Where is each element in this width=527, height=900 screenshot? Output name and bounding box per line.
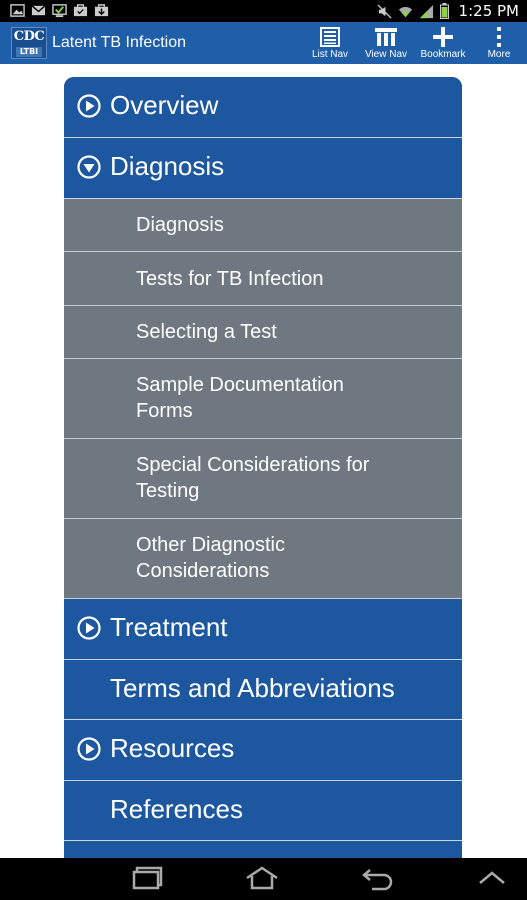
play-circle-icon: [77, 737, 101, 761]
menu-item-resources[interactable]: Resources: [64, 720, 462, 781]
list-icon: [320, 27, 340, 47]
submenu-item-tests-for-tb-infection[interactable]: Tests for TB Infection: [64, 252, 462, 306]
menu-item-label: Overview: [110, 90, 219, 120]
down-circle-icon: [77, 155, 101, 179]
battery-icon: [439, 3, 449, 19]
view-nav-label: View Nav: [364, 49, 408, 60]
submenu-item-diagnosis[interactable]: Diagnosis: [64, 199, 462, 252]
menu-item-diagnosis[interactable]: Diagnosis: [64, 138, 462, 199]
menu-item-label: References: [110, 794, 243, 824]
menu-item-label: Terms and Abbreviations: [110, 673, 395, 703]
submenu-item-label: Diagnosis: [136, 214, 224, 236]
wifi-icon: [398, 6, 412, 17]
submenu-item-label: Selecting a Test: [136, 321, 277, 343]
menu-item-treatment[interactable]: Treatment: [64, 599, 462, 660]
signal-icon: [419, 4, 433, 18]
submenu-item-other-diagnostic-considerations[interactable]: Other Diagnostic Considerations: [64, 519, 462, 599]
submenu-item-label: Sample Documentation Forms: [136, 374, 344, 422]
submenu-item-label: Special Considerations for Testing: [136, 454, 370, 502]
list-nav-label: List Nav: [311, 49, 349, 60]
picture-icon: [10, 4, 25, 17]
gmail-icon: [31, 5, 46, 16]
section-menu: Overview Diagnosis Diagnosis Tests for T…: [64, 77, 462, 858]
view-nav-icon: [375, 28, 397, 46]
app-title: Latent TB Infection: [52, 34, 187, 51]
menu-item-references[interactable]: References: [64, 781, 462, 841]
mute-icon: [376, 3, 392, 19]
more-vertical-icon: [497, 27, 501, 47]
submenu-item-selecting-a-test[interactable]: Selecting a Test: [64, 306, 462, 359]
play-circle-icon: [77, 94, 101, 118]
bookmark-label: Bookmark: [420, 49, 466, 60]
plus-icon: [433, 27, 453, 47]
menu-up-icon[interactable]: [476, 865, 508, 891]
menu-item-label: Resources: [110, 733, 235, 763]
app-bar: CDC LTBI Latent TB Infection List Nav Vi…: [0, 22, 527, 64]
briefcase-icon: [73, 4, 88, 17]
system-icons: 1:25 PM: [376, 0, 519, 22]
recent-apps-icon[interactable]: [131, 865, 165, 891]
more-button[interactable]: More: [482, 24, 516, 62]
download-check-icon: [52, 4, 67, 18]
menu-item-overview[interactable]: Overview: [64, 77, 462, 138]
cdc-logo[interactable]: CDC LTBI: [11, 27, 47, 59]
submenu-item-special-considerations-for-testing[interactable]: Special Considerations for Testing: [64, 439, 462, 519]
bookmark-button[interactable]: Bookmark: [416, 24, 470, 62]
status-bar: 1:25 PM: [0, 0, 527, 22]
menu-item-label: Treatment: [110, 612, 228, 642]
logo-top-text: CDC: [13, 29, 45, 44]
clock: 1:25 PM: [458, 2, 519, 20]
more-label: More: [487, 49, 511, 60]
menu-item-label: Diagnosis: [110, 151, 225, 181]
system-nav-bar: [0, 858, 527, 900]
view-nav-button[interactable]: View Nav: [360, 24, 412, 62]
home-icon[interactable]: [244, 865, 280, 891]
submenu-item-label: Tests for TB Infection: [136, 268, 324, 290]
submenu-item-label: Other Diagnostic Considerations: [136, 534, 285, 582]
logo-bottom-text: LTBI: [16, 47, 42, 57]
play-circle-icon: [77, 616, 101, 640]
menu-item-terms-and-abbreviations[interactable]: Terms and Abbreviations: [64, 660, 462, 720]
bag-icon: [94, 4, 109, 17]
list-nav-button[interactable]: List Nav: [306, 24, 354, 62]
back-icon[interactable]: [360, 865, 396, 891]
submenu-item-sample-documentation-forms[interactable]: Sample Documentation Forms: [64, 359, 462, 439]
notification-icons: [10, 3, 109, 18]
